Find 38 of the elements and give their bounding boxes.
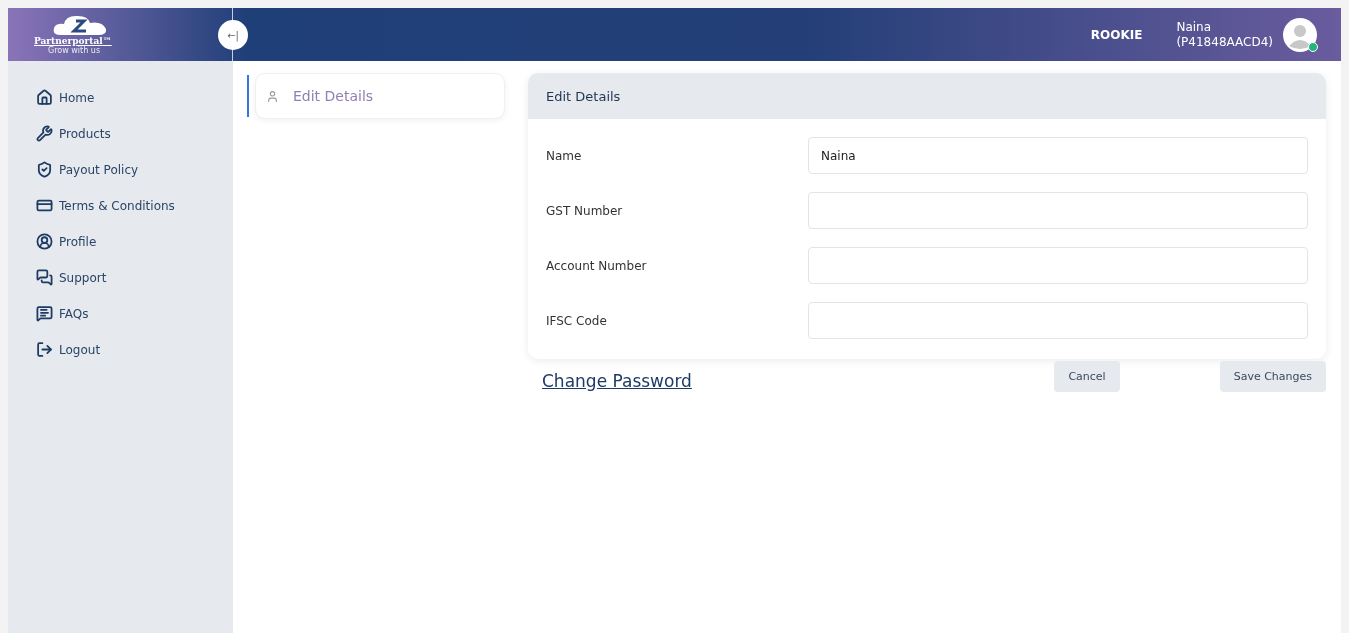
user-icon (36, 233, 53, 250)
user-id: (P41848AACD4) (1176, 34, 1273, 50)
user-icon (266, 89, 279, 103)
sidebar-item[interactable]: FAQs (36, 303, 233, 324)
logo-name: Partnerportal™ (34, 36, 112, 46)
sidebar-item[interactable]: Payout Policy (36, 159, 233, 180)
cancel-button[interactable]: Cancel (1054, 361, 1120, 392)
logo-tagline: Grow with us (48, 46, 101, 55)
sidebar-item[interactable]: Profile (36, 231, 233, 252)
chat-icon (36, 269, 53, 286)
field-label: GST Number (546, 203, 624, 218)
input-field[interactable] (808, 302, 1308, 339)
home-icon (36, 89, 53, 106)
collapse-button[interactable]: ←| (218, 20, 248, 50)
change-password-link[interactable]: Change Password (542, 370, 692, 391)
user-level: ROOKIE (1090, 27, 1143, 42)
input-field[interactable] (808, 192, 1308, 229)
cloud-logo-icon (52, 14, 108, 36)
field-label: Name (546, 148, 583, 163)
sidebar-item[interactable]: Logout (36, 339, 233, 360)
sidebar-item[interactable]: Home (36, 87, 233, 108)
card-title: Edit Details (546, 88, 621, 104)
field-label: Account Number (546, 258, 648, 273)
save-button[interactable]: Save Changes (1219, 361, 1326, 392)
logout-icon (36, 341, 53, 358)
card-icon (36, 197, 53, 214)
user-name: Naina (1176, 19, 1213, 35)
chat-icon (36, 305, 53, 322)
input-field[interactable] (808, 247, 1308, 284)
sidebar-item[interactable]: Terms & Conditions (36, 195, 233, 216)
sidebar-item[interactable]: Products (36, 123, 233, 144)
wrench-icon (36, 125, 53, 142)
tab[interactable]: Edit Details (255, 73, 505, 119)
shield-icon (36, 161, 53, 178)
avatar-icon[interactable] (1283, 17, 1317, 52)
input-field[interactable]: Naina (808, 137, 1308, 174)
sidebar-item[interactable]: Support (36, 267, 233, 288)
field-label: IFSC Code (546, 313, 608, 328)
